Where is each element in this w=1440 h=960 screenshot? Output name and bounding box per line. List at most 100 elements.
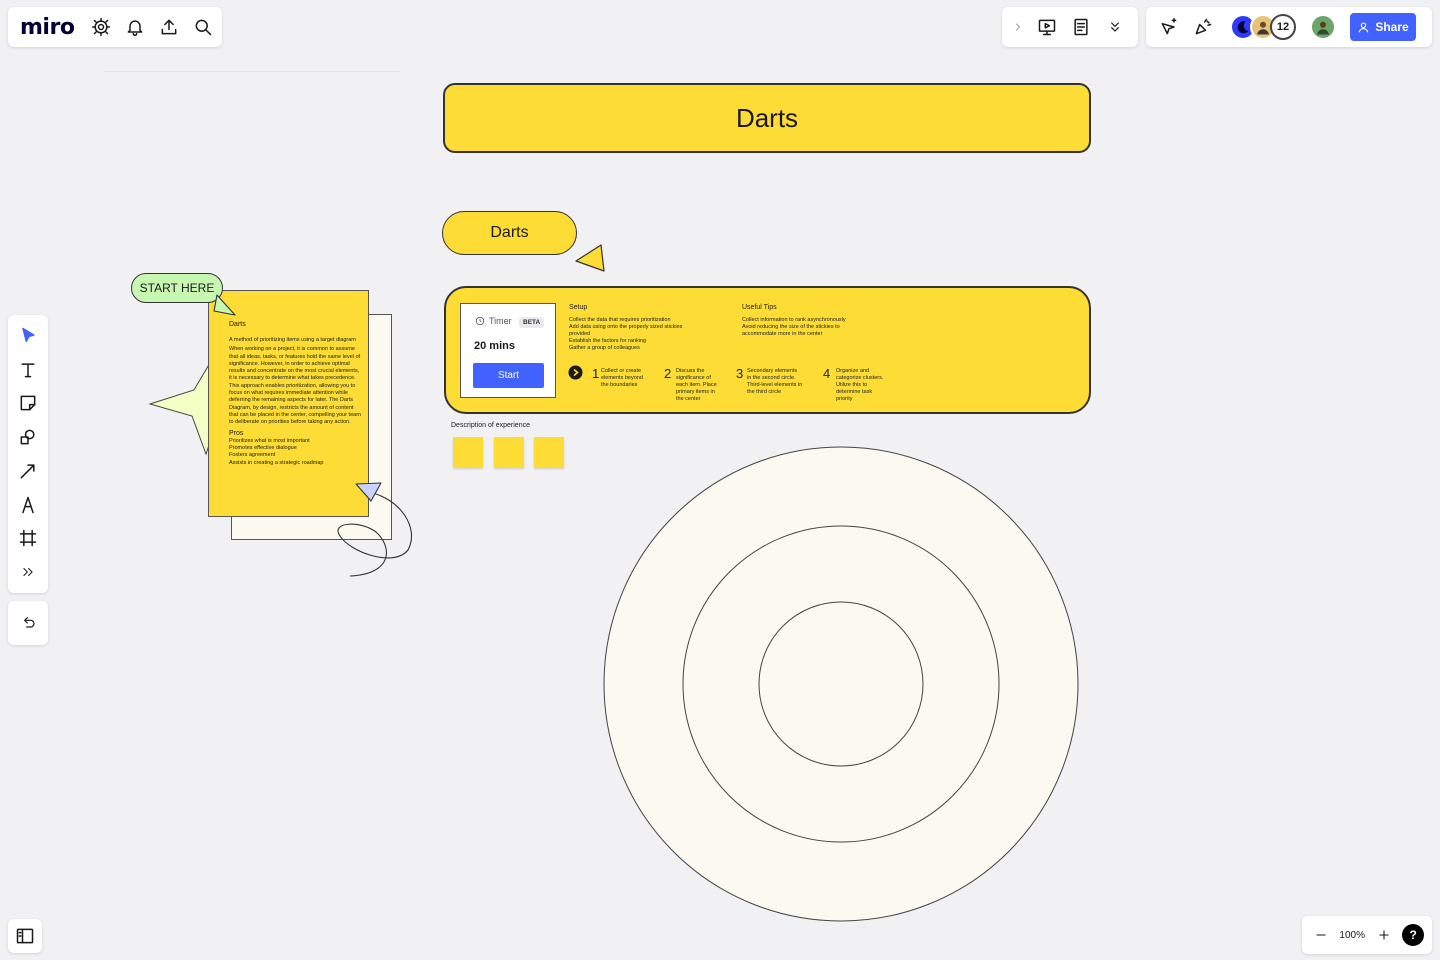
sidebar-toggle-icon[interactable] <box>8 919 42 953</box>
step-line: categorize clusters. <box>836 375 884 381</box>
doc-intro: A method of prioritizing items using a t… <box>229 337 356 343</box>
starburst-shape[interactable] <box>146 350 216 460</box>
step-number: 2 <box>664 366 672 381</box>
top-left-toolbar: miro <box>8 7 222 47</box>
doc-pros-item: Promotes effective dialogue <box>229 445 297 452</box>
double-chevron-down-icon[interactable] <box>1098 10 1132 44</box>
start-arrow-shape[interactable] <box>211 293 239 317</box>
step-line: priority <box>836 396 853 402</box>
title-banner[interactable]: Darts <box>443 83 1091 153</box>
play-arrow-icon <box>568 365 583 380</box>
step-line: the third circle <box>747 389 782 395</box>
step-line: the boundaries <box>601 382 638 388</box>
current-user-avatar[interactable] <box>1310 14 1336 40</box>
timer-widget[interactable]: Timer BETA 20 mins Start <box>460 303 556 398</box>
collaborator-avatars[interactable]: 12 <box>1230 14 1296 40</box>
arrow-pointer-shape[interactable] <box>354 480 384 504</box>
step-line: the center <box>676 396 701 402</box>
doc-pros-item: Prioritizes what is most important <box>229 437 310 444</box>
step-line: Secondary elements <box>747 368 798 374</box>
undo-icon[interactable] <box>11 606 45 640</box>
setup-text: Collect the data that requires prioritiz… <box>569 317 682 352</box>
zoom-controls: 100% ? <box>1302 916 1432 954</box>
notes-icon[interactable] <box>1064 10 1098 44</box>
sticky-note[interactable] <box>453 437 483 467</box>
settings-icon[interactable] <box>84 10 118 44</box>
connector-tool-icon[interactable] <box>11 454 45 488</box>
start-here-label[interactable]: START HERE <box>131 273 223 303</box>
step-text: Collect or create elements beyond the bo… <box>601 368 643 389</box>
select-tool-icon[interactable] <box>11 319 45 353</box>
step-line: Organize and <box>836 368 870 374</box>
tips-heading: Useful Tips <box>742 304 777 311</box>
step-number: 1 <box>592 366 600 381</box>
step-line: Discuss the <box>676 368 705 374</box>
top-right-toolbar-view <box>1002 7 1138 47</box>
target-outer-ring[interactable] <box>603 446 1079 922</box>
upload-icon[interactable] <box>152 10 186 44</box>
setup-line: provided <box>569 331 591 337</box>
darts-pill[interactable]: Darts <box>442 211 577 255</box>
zoom-level[interactable]: 100% <box>1339 930 1365 941</box>
pointer-arrow-shape[interactable] <box>574 242 608 274</box>
more-tools-icon[interactable] <box>11 555 45 589</box>
zoom-out-icon[interactable] <box>1310 918 1332 952</box>
celebrate-icon[interactable] <box>1186 10 1220 44</box>
doc-pros-title: Pros <box>229 429 244 437</box>
frame-tool-icon[interactable] <box>11 522 45 556</box>
pen-tool-icon[interactable] <box>11 488 45 522</box>
bell-icon[interactable] <box>118 10 152 44</box>
doc-pros-item: Assists in creating a strategic roadmap <box>229 459 324 466</box>
avatar-count-badge[interactable]: 12 <box>1270 14 1296 40</box>
sticky-note[interactable] <box>534 437 564 467</box>
share-label: Share <box>1375 20 1409 34</box>
share-button[interactable]: Share <box>1350 13 1416 41</box>
beta-badge: BETA <box>519 317 545 328</box>
miro-logo[interactable]: miro <box>20 15 75 40</box>
timer-label: Timer <box>489 316 512 326</box>
setup-line: Collect the data that requires prioritiz… <box>569 317 671 323</box>
shapes-tool-icon[interactable] <box>11 420 45 454</box>
setup-line: Establish the factors for ranking <box>569 338 647 344</box>
doc-pros-item: Fosters agreement <box>229 452 276 459</box>
text-tool-icon[interactable] <box>11 353 45 387</box>
step-number: 3 <box>736 366 744 381</box>
canvas-divider <box>104 71 400 72</box>
step-line: Third-level elements in <box>747 382 803 388</box>
undo-panel <box>8 601 48 645</box>
clock-icon <box>475 316 485 326</box>
zoom-in-icon[interactable] <box>1373 918 1395 952</box>
cursor-follow-icon[interactable] <box>1152 10 1186 44</box>
chevron-right-icon[interactable] <box>1006 10 1030 44</box>
setup-line: Gather a group of colleagues <box>569 345 640 351</box>
step-line: significance of <box>676 375 711 381</box>
doc-paragraph: When working on a project, it is common … <box>229 346 361 426</box>
top-right-toolbar-collab: 12 Share <box>1146 7 1432 47</box>
presentation-icon[interactable] <box>1030 10 1064 44</box>
doc-body: A method of prioritizing items using a t… <box>229 337 361 467</box>
search-icon[interactable] <box>186 10 220 44</box>
help-button[interactable]: ? <box>1402 924 1425 946</box>
setup-line: Add data using onto the properly sized s… <box>569 324 683 330</box>
timer-duration[interactable]: 20 mins <box>474 340 515 352</box>
timer-start-button[interactable]: Start <box>473 363 544 388</box>
sticky-note-tool-icon[interactable] <box>11 387 45 421</box>
step-line: in the second circle. <box>747 375 796 381</box>
step-text: Discuss the significance of each item. P… <box>676 368 717 403</box>
tips-line: Avoid reducing the size of the stickies … <box>742 324 840 330</box>
step-line: elements beyond <box>601 375 643 381</box>
sidebar-toggle-panel <box>8 919 42 953</box>
darts-target-diagram[interactable] <box>602 445 1080 923</box>
person-icon <box>1358 22 1369 33</box>
tips-line: Collect information to rank asynchronous… <box>742 317 846 323</box>
step-text: Organize and categorize clusters. Utiliz… <box>836 368 883 403</box>
left-toolbar <box>8 315 48 593</box>
step-line: primary items in <box>676 389 715 395</box>
description-label[interactable]: Description of experience <box>451 422 530 429</box>
tips-line: accommodate more in the center <box>742 331 823 337</box>
step-line: Utilize this to <box>836 382 868 388</box>
sticky-note[interactable] <box>494 437 524 467</box>
step-text: Secondary elements in the second circle.… <box>747 368 802 396</box>
doc-title: Darts <box>229 321 246 328</box>
step-line: determine task <box>836 389 873 395</box>
